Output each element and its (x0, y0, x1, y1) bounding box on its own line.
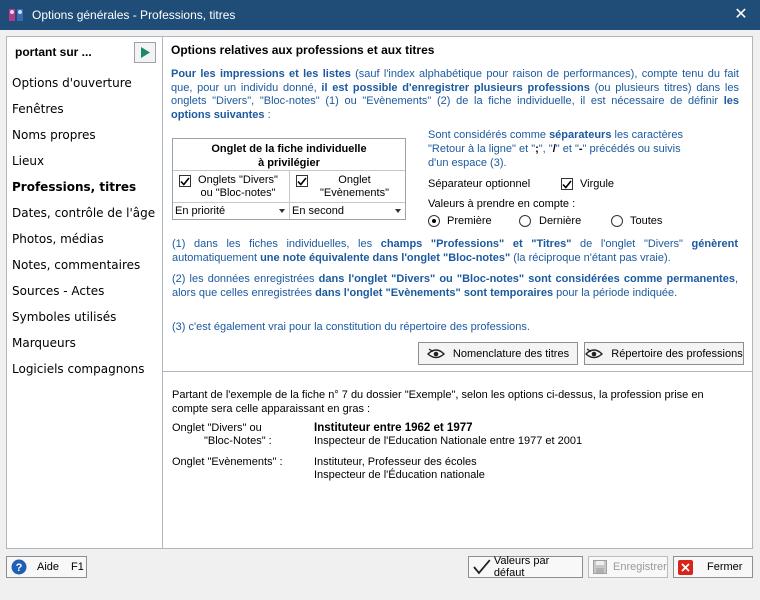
sidebar-item-fenetres[interactable]: Fenêtres (7, 96, 162, 122)
values-label: Valeurs à prendre en compte : (428, 198, 576, 210)
intro-paragraph: Pour les impressions et les listes (sauf… (171, 68, 739, 121)
sidebar-list: Options d'ouverture Fenêtres Noms propre… (7, 70, 162, 382)
onglet-header: Onglet de la fiche individuelle à privil… (173, 139, 405, 171)
sidebar-item-lieux[interactable]: Lieux (7, 148, 162, 174)
note-3: (3) c'est également vrai pour la constit… (172, 321, 530, 333)
eye-icon (426, 347, 445, 360)
divers-checkbox[interactable] (179, 175, 191, 187)
onglet-priority-box: Onglet de la fiche individuelle à privil… (172, 138, 406, 220)
separators-text: Sont considérés comme séparateurs les ca… (428, 129, 683, 169)
page-title: Options relatives aux professions et aux… (171, 43, 435, 57)
save-button[interactable]: Enregistrer (588, 556, 668, 578)
sidebar-item-sources[interactable]: Sources - Actes (7, 278, 162, 304)
sidebar-item-symboles[interactable]: Symboles utilisés (7, 304, 162, 330)
help-button[interactable]: ? Aide F1 (6, 556, 87, 578)
close-red-icon (678, 559, 693, 575)
floppy-icon (593, 560, 607, 574)
radio-derniere-label: Dernière (539, 215, 582, 227)
comma-checkbox[interactable] (561, 178, 573, 190)
eye-icon (585, 347, 604, 360)
svg-text:?: ? (16, 562, 23, 574)
title-bar: Options générales - Professions, titres … (0, 0, 760, 30)
sidebar-item-photos[interactable]: Photos, médias (7, 226, 162, 252)
section-divider (163, 371, 753, 372)
radio-toutes[interactable] (611, 215, 623, 227)
sidebar-item-professions-titres[interactable]: Professions, titres (7, 174, 162, 200)
onglet-divers-cell: Onglets "Divers" ou "Bloc-notes" (173, 171, 289, 202)
sidebar-item-logiciels[interactable]: Logiciels compagnons (7, 356, 162, 382)
example-value-evenements: Instituteur, Professeur des écoles Inspe… (314, 456, 485, 481)
evenements-checkbox[interactable] (296, 175, 308, 187)
checkmark-icon (180, 177, 190, 186)
optional-separator-label: Séparateur optionnel (428, 178, 531, 190)
chevron-down-icon (279, 209, 285, 213)
evenements-priority-select[interactable]: En second (289, 203, 405, 219)
sidebar-item-dates[interactable]: Dates, contrôle de l'âge (7, 200, 162, 226)
sidebar-item-notes[interactable]: Notes, commentaires (7, 252, 162, 278)
nomenclature-button[interactable]: Nomenclature des titres (418, 342, 578, 365)
checkmark-icon (562, 180, 572, 189)
example-intro: Partant de l'exemple de la fiche n° 7 du… (172, 389, 704, 415)
note-2: (2) les données enregistrées dans l'ongl… (172, 273, 739, 299)
main-panel: Options relatives aux professions et aux… (163, 36, 753, 549)
close-button[interactable]: Fermer (673, 556, 753, 578)
play-icon (141, 47, 150, 58)
close-icon[interactable]: ✕ (732, 6, 750, 24)
window-title: Options générales - Professions, titres (32, 8, 236, 22)
checkmark-icon (297, 177, 307, 186)
sidebar-item-marqueurs[interactable]: Marqueurs (7, 330, 162, 356)
radio-premiere[interactable] (428, 215, 440, 227)
radio-premiere-label: Première (447, 215, 492, 227)
sidebar-item-options-ouverture[interactable]: Options d'ouverture (7, 70, 162, 96)
example-label-divers: Onglet "Divers" ou "Bloc-Notes" : (172, 422, 272, 447)
onglet-evenements-cell: Onglet "Evènements" (289, 171, 405, 202)
checkmark-icon (473, 559, 491, 575)
repertoire-button[interactable]: Répertoire des professions (584, 342, 744, 365)
sidebar: portant sur ... Options d'ouverture Fenê… (6, 36, 163, 549)
sidebar-item-noms-propres[interactable]: Noms propres (7, 122, 162, 148)
comma-label: Virgule (580, 178, 615, 190)
divers-priority-select[interactable]: En priorité (173, 203, 289, 219)
radio-toutes-label: Toutes (630, 215, 663, 227)
example-label-evenements: Onglet "Evènements" : (172, 456, 283, 468)
radio-derniere[interactable] (519, 215, 531, 227)
app-icon (9, 9, 23, 21)
note-1: (1) dans les fiches individuelles, les c… (172, 238, 738, 264)
help-icon: ? (11, 559, 27, 575)
example-value-divers: Instituteur entre 1962 et 1977 Inspecteu… (314, 422, 583, 447)
chevron-down-icon (395, 209, 401, 213)
defaults-button[interactable]: Valeurs par défaut (468, 555, 583, 579)
sidebar-go-button[interactable] (134, 42, 156, 63)
